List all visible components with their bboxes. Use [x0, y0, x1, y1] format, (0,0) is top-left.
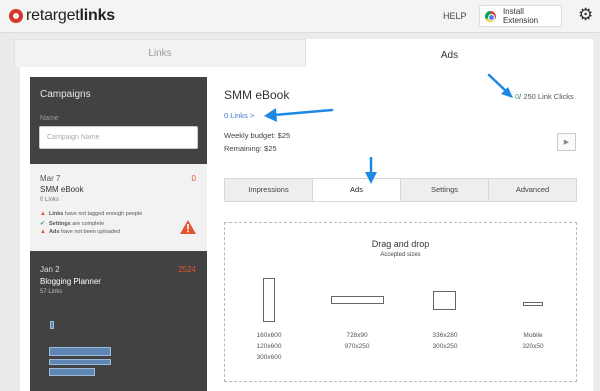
- play-button[interactable]: ▶: [557, 133, 576, 151]
- status-links: ▲ Links have not tagged enough people: [40, 211, 142, 217]
- annotation-arrow-icon: [487, 73, 513, 98]
- ad-upload-dropzone[interactable]: Drag and drop Accepted sizes 160x600 120…: [224, 222, 577, 382]
- leaderboard-size-icon: [331, 296, 384, 304]
- annotation-arrow-icon: [264, 108, 334, 122]
- campaign-date: Jan 2: [40, 265, 60, 274]
- ad-thumbnail: [49, 347, 111, 356]
- rectangle-size-icon: [433, 291, 456, 310]
- logo-mark-icon: [9, 9, 23, 23]
- top-bar: retargetlinks HELP Install Extension ⚙: [0, 0, 600, 33]
- dropzone-subtitle: Accepted sizes: [380, 252, 421, 258]
- sizes-mobile: Mobile 320x50: [503, 330, 563, 352]
- tab-ads[interactable]: Ads: [306, 39, 593, 69]
- campaign-name-input[interactable]: Campaign Name: [39, 126, 198, 149]
- tab-settings[interactable]: Settings: [401, 179, 489, 201]
- dropzone-title: Drag and drop: [371, 239, 430, 249]
- sizes-leaderboard: 728x90 970x250: [327, 330, 387, 352]
- sizes-rectangle: 336x280 300x250: [415, 330, 475, 352]
- chrome-icon: [485, 10, 496, 22]
- status-ads: ▲ Ads have not been uploaded: [40, 229, 120, 235]
- ad-thumbnail: [49, 368, 95, 376]
- tab-ads-sub[interactable]: Ads: [313, 179, 401, 207]
- warning-icon: ▲: [40, 211, 46, 217]
- campaign-name-label: Name: [40, 115, 59, 122]
- logo[interactable]: retargetlinks: [9, 7, 115, 25]
- gear-icon[interactable]: ⚙: [578, 6, 593, 23]
- sidebar-title: Campaigns: [40, 89, 91, 100]
- ad-thumbnail: [50, 321, 54, 329]
- warning-icon: ▲: [40, 229, 46, 235]
- mobile-banner-size-icon: [523, 302, 543, 306]
- annotation-arrow-icon: [365, 157, 377, 184]
- campaign-subtabs: Impressions Ads Settings Advanced: [224, 178, 577, 207]
- link-clicks-total: / 250 Link Clicks: [519, 92, 574, 101]
- campaign-title: SMM eBook: [40, 185, 84, 194]
- links-count-link[interactable]: 0 Links >: [224, 111, 254, 120]
- campaign-count: 2524: [178, 265, 196, 274]
- install-extension-button[interactable]: Install Extension: [479, 5, 562, 27]
- status-ads-text: have not been uploaded: [59, 229, 120, 235]
- check-icon: ✔: [40, 221, 46, 227]
- size-label: 336x280: [432, 332, 458, 339]
- size-label: 120x600: [256, 343, 282, 350]
- tab-links[interactable]: Links: [14, 39, 306, 67]
- tab-advanced[interactable]: Advanced: [489, 179, 576, 201]
- campaign-title: Blogging Planner: [40, 277, 101, 286]
- ad-thumbnail: [49, 359, 111, 365]
- status-ads-label: Ads: [49, 229, 60, 235]
- help-link[interactable]: HELP: [443, 11, 467, 21]
- campaign-date: Mar 7: [40, 174, 61, 183]
- play-icon: ▶: [563, 139, 570, 146]
- size-label: Mobile: [523, 332, 543, 339]
- size-label: 970x250: [344, 343, 370, 350]
- campaign-item-smm-ebook[interactable]: Mar 7 0 SMM eBook 0 Links ▲ Links have n…: [30, 164, 207, 251]
- tab-impressions[interactable]: Impressions: [225, 179, 313, 201]
- campaign-item-blogging-planner[interactable]: Jan 2 2524 Blogging Planner 57 Links: [30, 257, 207, 391]
- status-links-label: Links: [49, 211, 64, 217]
- size-label: 320x50: [522, 343, 544, 350]
- skyscraper-size-icon: [263, 278, 275, 322]
- status-settings: ✔ Settings are complete: [40, 220, 105, 228]
- logo-text-bold: links: [79, 7, 116, 24]
- campaigns-sidebar: Campaigns Name Campaign Name Mar 7 0 SMM…: [30, 77, 207, 391]
- campaign-links-count: 57 Links: [40, 289, 63, 295]
- size-label: 160x600: [256, 332, 282, 339]
- weekly-budget: Weekly budget: $25: [224, 131, 291, 140]
- link-clicks-counter: 0/ 250 Link Clicks: [515, 92, 574, 101]
- logo-text-plain: retarget: [26, 7, 80, 24]
- status-settings-text: are complete: [70, 220, 105, 227]
- install-extension-label: Install Extension: [502, 7, 539, 25]
- remaining-budget: Remaining: $25: [224, 144, 277, 153]
- size-label: 728x90: [346, 332, 368, 339]
- status-settings-label: Settings: [49, 220, 71, 227]
- campaign-heading: SMM eBook: [224, 88, 290, 102]
- size-label: 300x250: [432, 343, 458, 350]
- warning-icon: [180, 220, 196, 234]
- status-links-text: have not tagged enough people: [63, 211, 143, 217]
- campaign-links-count: 0 Links: [40, 197, 60, 203]
- campaign-count: 0: [191, 174, 196, 183]
- size-label: 300x600: [256, 354, 282, 361]
- sizes-skyscraper: 160x600 120x600 300x600: [239, 330, 299, 363]
